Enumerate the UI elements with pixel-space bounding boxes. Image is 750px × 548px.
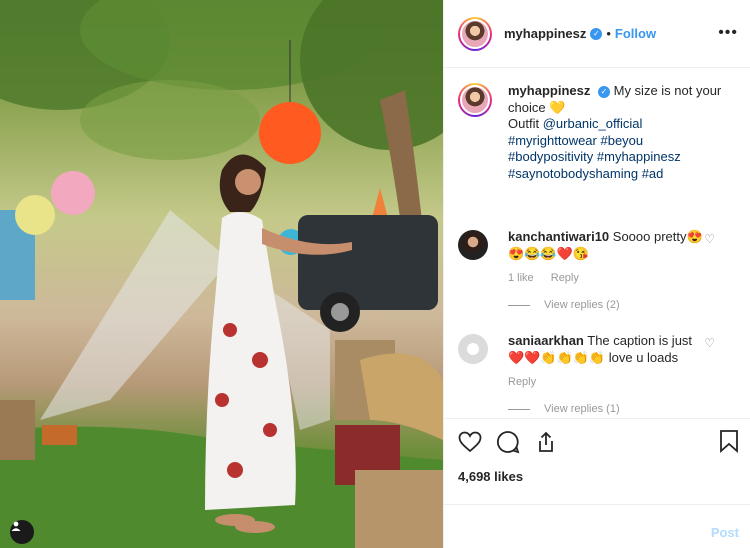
- action-icons: [458, 429, 737, 455]
- commenter-username[interactable]: saniaarkhan: [508, 333, 584, 348]
- comment-body: saniaarkhan The caption is just ❤️❤️👏👏👏👏…: [508, 332, 718, 417]
- hashtags-line3[interactable]: #saynotobodyshaming #ad: [508, 166, 663, 181]
- caption-text: myhappinesz ✓ My size is not your choice…: [508, 83, 726, 182]
- commenter-username[interactable]: kanchantiwari10: [508, 229, 609, 244]
- comment-bubble-icon[interactable]: [496, 430, 520, 454]
- outfit-label: Outfit: [508, 116, 540, 131]
- verified-badge-icon: ✓: [590, 27, 603, 40]
- instagram-post-modal: myhappinesz ✓ • Follow ••• myhappinesz ✓…: [0, 0, 750, 548]
- hashtags-line2[interactable]: #bodypositivity #myhappinesz: [508, 149, 681, 164]
- mention-link[interactable]: @urbanic_official: [543, 116, 643, 131]
- post-comment-button[interactable]: Post: [711, 525, 739, 540]
- caption-row: myhappinesz ✓ My size is not your choice…: [458, 83, 737, 182]
- comment-text-line2: 😍😂😂❤️😘: [508, 246, 589, 261]
- comment-body: kanchantiwari10 Soooo pretty😍 😍😂😂❤️😘 1 l…: [508, 228, 718, 314]
- separator-dot: •: [606, 26, 611, 41]
- person-icon: [11, 521, 21, 531]
- view-replies-button[interactable]: View replies (1): [508, 401, 718, 417]
- commenter-avatar[interactable]: [458, 230, 488, 260]
- view-replies-button[interactable]: View replies (2): [508, 297, 718, 314]
- caption-username[interactable]: myhappinesz: [508, 83, 590, 98]
- post-photo[interactable]: [0, 0, 443, 548]
- post-header: myhappinesz ✓ • Follow •••: [444, 0, 750, 68]
- share-icon[interactable]: [534, 430, 558, 454]
- view-replies-label: View replies (1): [544, 403, 620, 415]
- tagged-user-icon[interactable]: [10, 520, 34, 544]
- more-options-icon[interactable]: •••: [718, 24, 738, 42]
- replies-divider: [508, 409, 530, 410]
- hashtags-line1[interactable]: #myrighttowear #beyou: [508, 133, 643, 148]
- post-actions: 4,698 likes: [444, 418, 750, 504]
- follow-button[interactable]: Follow: [615, 26, 656, 41]
- reply-button[interactable]: Reply: [551, 272, 579, 284]
- verified-badge-icon: ✓: [597, 86, 610, 98]
- reply-button[interactable]: Reply: [508, 376, 536, 388]
- post-details-panel: myhappinesz ✓ • Follow ••• myhappinesz ✓…: [443, 0, 750, 548]
- comment-meta: Reply: [508, 374, 718, 391]
- replies-divider: [508, 305, 530, 306]
- author-avatar[interactable]: [458, 16, 492, 51]
- commenter-avatar[interactable]: [458, 334, 488, 364]
- likes-count[interactable]: 4,698 likes: [458, 469, 737, 484]
- author-username[interactable]: myhappinesz: [504, 26, 586, 41]
- photo-illustration: [0, 0, 443, 548]
- view-replies-label: View replies (2): [544, 299, 620, 311]
- comment-row: kanchantiwari10 Soooo pretty😍 😍😂😂❤️😘 1 l…: [458, 228, 737, 314]
- comment-text: The caption is just: [587, 333, 693, 348]
- caption-avatar[interactable]: [458, 83, 492, 117]
- comment-meta: 1 like Reply: [508, 270, 718, 287]
- bookmark-icon[interactable]: [719, 429, 739, 453]
- like-heart-icon[interactable]: [458, 431, 482, 453]
- like-comment-heart-icon[interactable]: ♡: [704, 232, 715, 246]
- comment-likes[interactable]: 1 like: [508, 272, 534, 284]
- comments-section: myhappinesz ✓ My size is not your choice…: [444, 69, 750, 417]
- like-comment-heart-icon[interactable]: ♡: [704, 336, 715, 350]
- comment-text-line2: ❤️❤️👏👏👏👏 love u loads: [508, 350, 679, 365]
- add-comment-area[interactable]: Post: [444, 504, 750, 548]
- yellow-heart-icon: 💛: [549, 99, 566, 115]
- comment-text: Soooo pretty😍: [612, 229, 703, 244]
- comment-row: saniaarkhan The caption is just ❤️❤️👏👏👏👏…: [458, 332, 737, 417]
